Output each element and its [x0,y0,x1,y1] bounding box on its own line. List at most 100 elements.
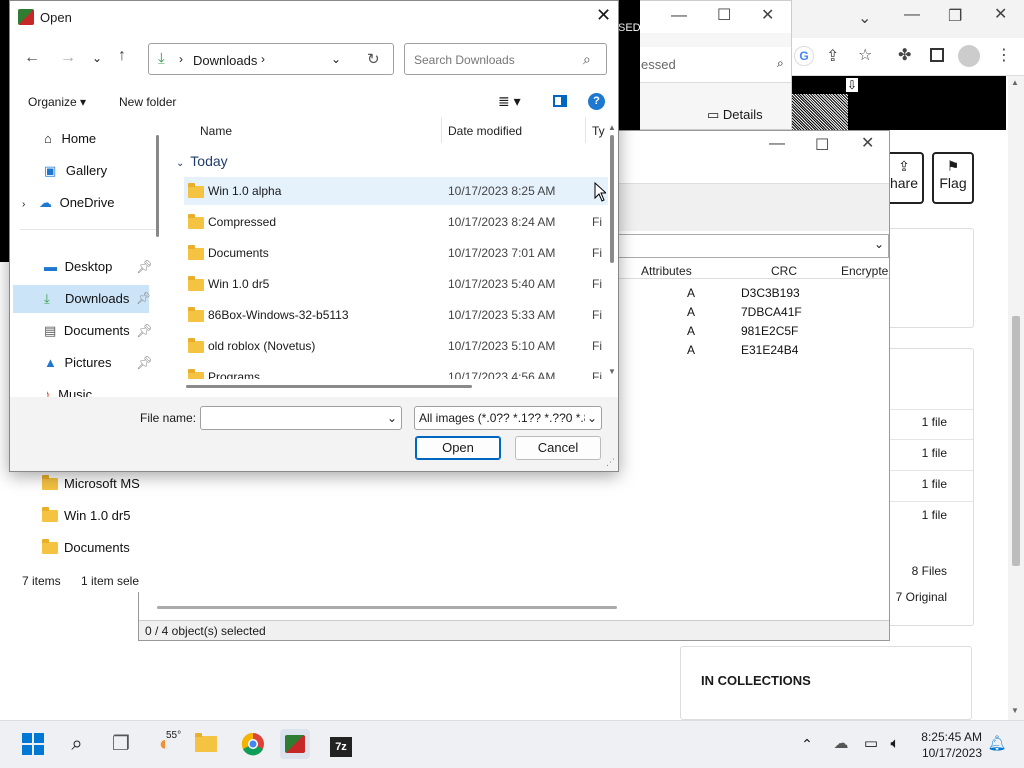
start-button[interactable] [18,729,48,759]
up-arrow-icon[interactable]: ↑ [118,47,126,65]
organize-button[interactable]: Organize ▾ [28,95,86,109]
filetype-select[interactable]: All images (*.0?? *.1?? *.??0 *.86 ⌄ [414,406,602,430]
file-list-vscroll[interactable]: ▲ ▼ [608,123,616,379]
security-icon[interactable]: ☁ [826,729,856,759]
pin-icon[interactable]: 📌︎ [136,323,153,339]
chevron-down-icon[interactable]: ⌄ [587,411,597,425]
collapse-chevron-icon[interactable]: ⌄ [176,158,184,169]
table-row[interactable]: A D3C3B193 [619,283,889,302]
table-row[interactable]: A 7DBCA41F [619,302,889,321]
close-icon[interactable]: ✕ [761,5,774,25]
nav-item-music[interactable]: ♪ Music [44,387,160,397]
file-row[interactable]: Documents 10/17/2023 7:01 AM Fi [184,239,608,267]
google-icon[interactable]: G [794,46,814,66]
file-row[interactable]: Win 1.0 alpha 10/17/2023 8:25 AM [184,177,608,205]
column-crc[interactable]: CRC [771,264,797,278]
explorer-item[interactable]: Microsoft MS [42,475,140,491]
notification-bell-icon[interactable]: 🔔︎ [982,729,1012,759]
file-row[interactable]: Programs 10/17/2023 4:56 AM Fi [184,363,608,379]
chrome-icon[interactable] [238,729,268,759]
share-icon[interactable]: ⇪ [826,46,839,66]
scroll-down-icon[interactable]: ▼ [1011,706,1019,715]
star-icon[interactable]: ☆ [858,45,872,65]
flag-button[interactable]: ⚑ Flag [932,152,974,204]
search-input[interactable]: Search Downloads ⌕ [404,43,607,75]
forward-arrow-icon[interactable]: → [60,49,76,67]
new-folder-button[interactable]: New folder [119,95,176,109]
help-icon[interactable]: ? [588,93,605,110]
minimize-icon[interactable]: — [769,135,785,153]
nav-item-home[interactable]: ⌂ Home [44,131,96,146]
horizontal-scrollbar[interactable] [157,606,617,609]
nav-item-gallery[interactable]: ▣ Gallery [44,163,107,179]
emulator-app-icon[interactable] [280,729,310,759]
minimize-icon[interactable]: — [671,7,687,25]
explorer-item[interactable]: Win 1.0 dr5 [42,507,130,523]
scroll-up-icon[interactable]: ▲ [608,123,616,132]
file-explorer-icon[interactable] [194,729,224,759]
maximize-icon[interactable]: ☐ [717,5,731,25]
explorer-item[interactable]: Documents [42,539,130,555]
nav-item-pictures[interactable]: ▲ Pictures 📌︎ [44,355,160,370]
file-row[interactable]: old roblox (Novetus) 10/17/2023 5:10 AM … [184,332,608,360]
tray-overflow-icon[interactable]: ⌃ [792,729,822,759]
view-options-icon[interactable]: ≣ ▾ [498,93,521,110]
file-row[interactable]: Win 1.0 dr5 10/17/2023 5:40 AM Fi [184,270,608,298]
task-view-icon[interactable]: ❐ [106,729,136,759]
group-header[interactable]: ⌄ Today [176,153,228,169]
close-icon[interactable]: ✕ [994,4,1007,24]
breadcrumb[interactable]: Downloads [193,53,257,68]
browser-scrollbar[interactable]: ▲ ▼ [1008,76,1024,720]
close-icon[interactable]: ✕ [861,133,874,153]
nav-item-downloads[interactable]: ⤓ Downloads 📌︎ [13,285,151,313]
address-bar[interactable]: ⤓ › Downloads › ⌄ ↻ [148,43,394,75]
chevron-down-icon[interactable]: ⌄ [858,8,871,28]
extensions-icon[interactable]: ✤ [898,45,911,65]
chevron-right-icon[interactable]: › [261,52,265,66]
close-icon[interactable]: ✕ [596,5,611,26]
restore-icon[interactable]: ❐ [948,6,962,26]
profile-icon[interactable] [958,45,980,67]
table-row[interactable]: A 981E2C5F [619,321,889,340]
details-button[interactable]: ▭ Details [707,107,763,123]
recent-chevron-icon[interactable]: ⌄ [92,51,102,65]
7zip-icon[interactable]: 7z [326,729,356,759]
nav-item-desktop[interactable]: ▬ Desktop 📌︎ [44,259,160,274]
menu-icon[interactable]: ⋮ [996,45,1012,65]
column-date[interactable]: Date modified [448,124,522,138]
resize-grip-icon[interactable]: ⋰ [606,457,615,468]
pin-icon[interactable]: 📌︎ [136,355,153,371]
column-name[interactable]: Name [200,124,232,138]
chevron-down-icon[interactable]: ⌄ [331,52,341,66]
table-row[interactable]: A E31E24B4 [619,340,889,359]
nav-scrollbar[interactable] [156,135,159,237]
nav-item-onedrive[interactable]: › ☁ OneDrive [22,195,115,211]
chevron-down-icon[interactable]: ⌄ [874,237,884,251]
preview-pane-icon[interactable] [553,95,567,107]
pin-icon[interactable]: 📌︎ [136,291,151,305]
maximize-icon[interactable]: ☐ [815,135,829,155]
share-button[interactable]: ⇪ hare [886,152,924,204]
back-arrow-icon[interactable]: ← [24,49,40,67]
open-button[interactable]: Open [415,436,501,460]
file-row[interactable]: Compressed 10/17/2023 8:24 AM Fi [184,208,608,236]
chevron-down-icon[interactable]: ⌄ [387,411,397,425]
volume-icon[interactable]: 🔈︎ [880,729,910,759]
weather-widget[interactable]: ◐ 55° [150,729,181,759]
scrollbar-thumb[interactable] [610,135,614,263]
column-attributes[interactable]: Attributes [641,264,692,278]
scroll-down-icon[interactable]: ▼ [608,367,616,376]
sidepanel-icon[interactable] [930,48,944,62]
file-list-hscroll[interactable] [186,385,472,388]
cancel-button[interactable]: Cancel [515,436,601,460]
minimize-icon[interactable]: — [904,6,920,24]
scrollbar-thumb[interactable] [1012,316,1020,566]
scroll-up-icon[interactable]: ▲ [1011,78,1019,87]
clock[interactable]: 8:25:45 AM 10/17/2023 [910,729,982,761]
column-type[interactable]: Ty [592,124,605,138]
background-search-box[interactable]: essed ⌕ [635,47,791,83]
search-icon[interactable]: ⌕ [62,729,92,759]
column-encrypted[interactable]: Encrypte [841,264,888,278]
expand-chevron-icon[interactable]: › [22,199,25,210]
refresh-icon[interactable]: ↻ [367,50,380,68]
